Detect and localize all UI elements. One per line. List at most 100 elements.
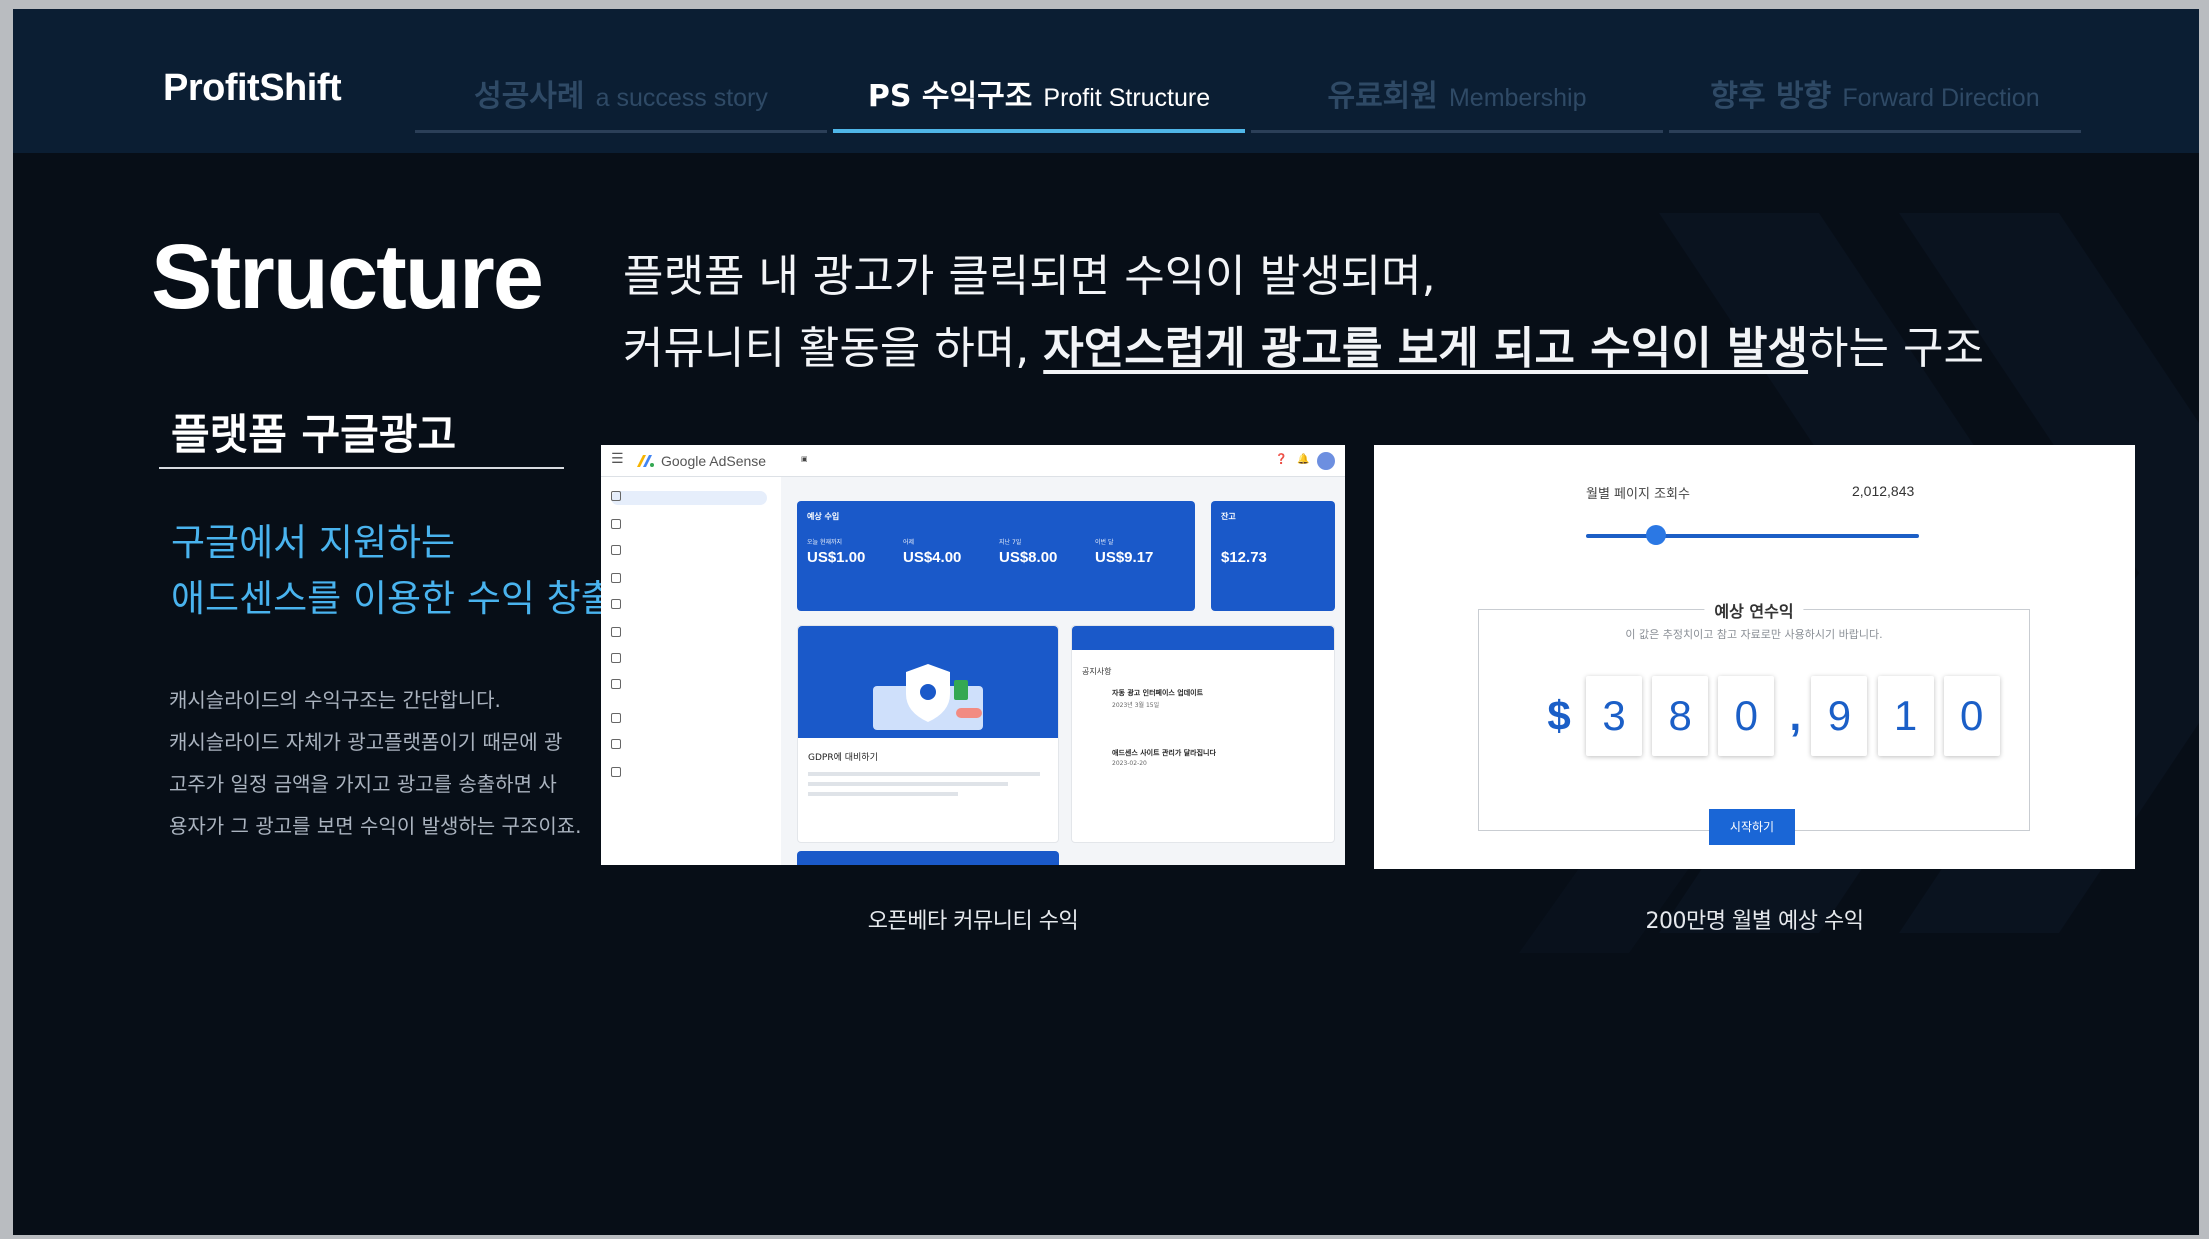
sidebar-item-sites xyxy=(611,545,761,559)
digit-tile: 0 xyxy=(1718,676,1775,756)
highlight-line-2: 애드센스를 이용한 수익 창출 xyxy=(171,577,615,620)
ads-icon xyxy=(611,519,621,529)
adsense-screenshot: ☰ Google AdSense ▣ ❓ 🔔 예상 수입 오늘 현재까지 US$… xyxy=(601,445,1345,865)
balance-card: 잔고 $12.73 xyxy=(1211,501,1335,611)
promo-text-line xyxy=(808,772,1040,776)
metric-label: 지난 7일 xyxy=(999,539,1022,546)
promo-text-line xyxy=(808,782,1008,786)
reports-icon xyxy=(611,627,621,637)
promo-title: GDPR에 대비하기 xyxy=(808,753,878,763)
sidebar-item-optimize xyxy=(611,653,761,667)
balance-card-title: 잔고 xyxy=(1221,512,1236,521)
notice-title: 공지사항 xyxy=(1082,667,1112,676)
tab-label-ko: 성공사례 xyxy=(474,79,585,114)
metric-value: US$9.17 xyxy=(1095,549,1154,566)
privacy-icon xyxy=(611,573,621,583)
bell-icon: 🔔 xyxy=(1297,454,1310,465)
sidebar-item-feedback xyxy=(611,767,761,781)
sidebar-item-account xyxy=(611,739,761,753)
description-line: 캐시슬라이드 자체가 광고플랫폼이기 때문에 광 xyxy=(169,730,563,754)
promo-banner xyxy=(798,626,1058,738)
start-button[interactable]: 시작하기 xyxy=(1709,809,1795,845)
revenue-box: 예상 연수익 이 값은 추정치이고 참고 자료로만 사용하시기 바랍니다. $ … xyxy=(1478,598,2030,831)
highlight-text: 구글에서 지원하는 애드센스를 이용한 수익 창출 xyxy=(171,515,615,627)
menu-icon: ☰ xyxy=(611,451,624,467)
pageview-value: 2,012,843 xyxy=(1852,483,1915,499)
security-shield-icon xyxy=(873,664,983,730)
help-icon: ❓ xyxy=(1275,454,1288,465)
headline-line-2-end: 하는 구조 xyxy=(1808,323,1984,374)
headline-line-1: 플랫폼 내 광고가 클릭되면 수익이 발생되며, xyxy=(623,251,1436,302)
revenue-counter: $ 3 8 0 , 9 1 0 xyxy=(1537,676,2005,760)
metric-value: US$4.00 xyxy=(903,549,962,566)
balance-value: $12.73 xyxy=(1221,549,1267,566)
currency-symbol: $ xyxy=(1547,692,1571,739)
caption-left: 오픈베타 커뮤니티 수익 xyxy=(867,909,1079,934)
adsense-title: Google AdSense xyxy=(661,453,767,469)
headline-line-2-start: 커뮤니티 활동을 하며, xyxy=(623,323,1044,374)
tab-profit-structure[interactable]: PS 수익구조 Profit Structure xyxy=(833,71,1245,133)
revenue-note: 이 값은 추정치이고 참고 자료로만 사용하시기 바랍니다. xyxy=(1625,628,1883,641)
sidebar-item-policy xyxy=(611,679,761,693)
dashboard-icon: ▣ xyxy=(801,455,808,463)
sidebar-item-reports xyxy=(611,627,761,641)
top-nav-bar: ProfitShift 성공사례 a success story PS 수익구조… xyxy=(13,9,2199,153)
adsense-logo-icon xyxy=(637,455,654,467)
pageview-slider-handle[interactable] xyxy=(1645,525,1666,545)
metric-value: US$1.00 xyxy=(807,549,866,566)
metric-label: 오늘 현재까지 xyxy=(807,539,843,546)
home-icon xyxy=(611,491,621,501)
notice-item: 애드센스 사이트 관리가 달라집니다 xyxy=(1112,749,1216,757)
notice-card: 공지사항 자동 광고 인터페이스 업데이트 2023년 3월 15일 애드센스 … xyxy=(1071,625,1335,843)
caption-right: 200만명 월별 예상 수익 xyxy=(1645,909,1864,934)
payments-icon xyxy=(611,713,621,723)
sidebar-item-privacy xyxy=(611,573,761,587)
description-line: 고주가 일정 금액을 가지고 광고를 송출하면 사 xyxy=(169,772,557,796)
notice-date: 2023년 3월 15일 xyxy=(1112,702,1160,709)
description-line: 용자가 그 광고를 보면 수익이 발생하는 구조이죠. xyxy=(169,814,582,838)
adsense-topbar: ☰ Google AdSense ▣ ❓ 🔔 xyxy=(601,445,1345,477)
promo-card: GDPR에 대비하기 xyxy=(797,625,1059,843)
avatar xyxy=(1317,452,1335,470)
sidebar-item-payments xyxy=(611,713,761,727)
description: 캐시슬라이드의 수익구조는 간단합니다. 캐시슬라이드 자체가 광고플랫폼이기 … xyxy=(169,679,582,847)
policy-icon xyxy=(611,679,621,689)
tip-banner xyxy=(797,851,1059,865)
digit-tile: 1 xyxy=(1877,676,1934,756)
tab-success-story[interactable]: 성공사례 a success story xyxy=(415,71,827,133)
digit-tile: 0 xyxy=(1943,676,2000,756)
tab-label-ko: PS 수익구조 xyxy=(867,79,1033,114)
tab-label-ko: 향후 방향 xyxy=(1710,79,1832,114)
adsense-sidebar xyxy=(601,477,781,865)
digit-tile: 8 xyxy=(1652,676,1709,756)
pageview-label: 월별 페이지 조회수 xyxy=(1586,487,1690,502)
tab-label-en: Membership xyxy=(1448,84,1587,112)
description-line: 캐시슬라이드의 수익구조는 간단합니다. xyxy=(169,688,501,712)
earnings-card-title: 예상 수입 xyxy=(807,512,840,521)
section-title: 플랫폼 구글광고 xyxy=(159,401,564,469)
metric-label: 어제 xyxy=(903,539,915,546)
slide: ProfitShift 성공사례 a success story PS 수익구조… xyxy=(13,9,2199,1235)
notice-date: 2023-02-20 xyxy=(1112,760,1147,767)
tab-label-en: Profit Structure xyxy=(1043,84,1211,112)
digit-tile: 3 xyxy=(1586,676,1643,756)
sidebar-item-blocking xyxy=(611,599,761,613)
tab-forward-direction[interactable]: 향후 방향 Forward Direction xyxy=(1669,71,2081,133)
thousands-separator: , xyxy=(1789,692,1802,739)
highlight-line-1: 구글에서 지원하는 xyxy=(171,521,456,564)
headline: 플랫폼 내 광고가 클릭되면 수익이 발생되며, 커뮤니티 활동을 하며, 자연… xyxy=(623,241,2123,385)
notice-banner xyxy=(1072,626,1334,650)
promo-text-line xyxy=(808,792,958,796)
tab-label-en: a success story xyxy=(595,84,768,112)
earnings-card: 예상 수입 오늘 현재까지 US$1.00 어제 US$4.00 지난 7일 U… xyxy=(797,501,1195,611)
metric-value: US$8.00 xyxy=(999,549,1058,566)
sidebar-item-home xyxy=(611,491,767,505)
revenue-calculator: 월별 페이지 조회수 2,012,843 예상 연수익 이 값은 추정치이고 참… xyxy=(1374,445,2135,869)
pageview-slider-track[interactable] xyxy=(1586,534,1919,538)
revenue-box-title: 예상 연수익 xyxy=(1704,598,1804,622)
block-icon xyxy=(611,599,621,609)
tab-label-en: Forward Direction xyxy=(1842,84,2040,112)
page-title: Structure xyxy=(151,226,544,328)
feedback-icon xyxy=(611,767,621,777)
tab-membership[interactable]: 유료회원 Membership xyxy=(1251,71,1663,133)
